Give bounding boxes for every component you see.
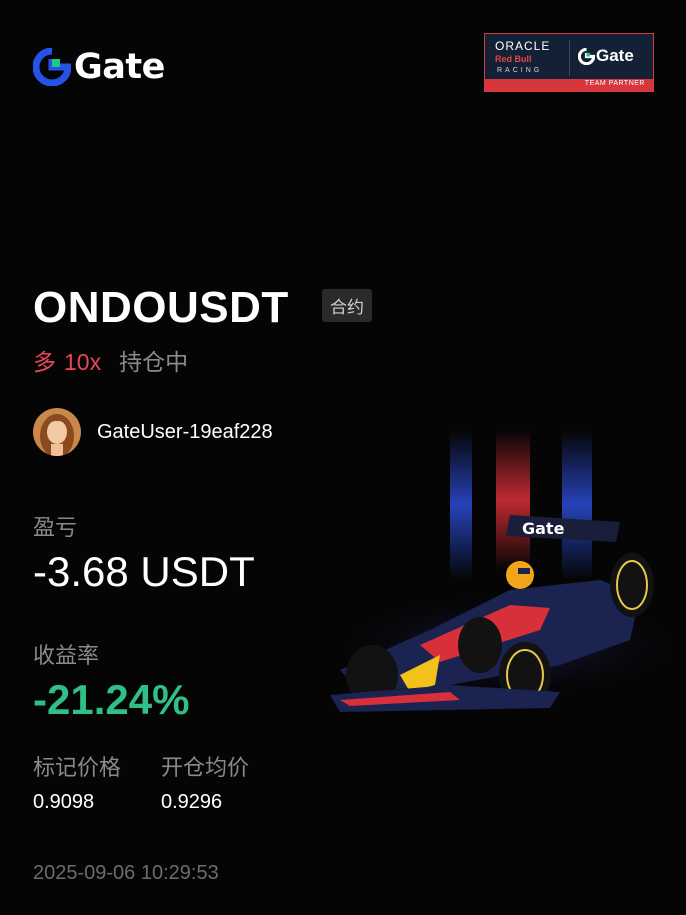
timestamp: 2025-09-06 10:29:53	[33, 862, 219, 884]
username: GateUser-19eaf228	[97, 420, 273, 443]
team-partner-label: TEAM PARTNER	[584, 80, 645, 87]
gate-logo: Gate	[33, 48, 165, 86]
mark-price-label: 标记价格	[33, 756, 122, 781]
badge-divider	[569, 40, 570, 76]
roi-value: -21.24%	[33, 676, 190, 723]
position-leverage: 10x	[64, 349, 102, 375]
position-side-row: 多 10x 持仓中	[33, 343, 188, 377]
entry-price-label: 开仓均价	[161, 756, 250, 781]
partner-gate-logo: Gate	[578, 46, 634, 66]
avatar	[33, 408, 81, 456]
roi-label: 收益率	[33, 644, 100, 669]
gate-logo-text: Gate	[74, 47, 165, 87]
position-status: 持仓中	[119, 350, 189, 376]
pnl-value: -3.68 USDT	[33, 548, 255, 595]
position-direction: 多	[33, 350, 56, 376]
pnl-label: 盈亏	[33, 516, 78, 541]
gate-logo-icon	[578, 47, 595, 65]
entry-price-value: 0.9296	[161, 791, 223, 813]
oracle-wordmark: ORACLE	[495, 39, 551, 53]
partner-gate-text: Gate	[596, 46, 634, 65]
racing-wordmark: RACING	[497, 67, 543, 74]
user-row: GateUser-19eaf228	[33, 408, 273, 456]
svg-text:Gate: Gate	[522, 519, 565, 538]
team-partner-strip: TEAM PARTNER	[485, 79, 653, 91]
f1-car-illustration: Gate	[330, 430, 686, 712]
position-symbol: ONDOUSDT	[33, 283, 289, 332]
red-bull-wordmark: Red Bull	[495, 54, 532, 64]
mark-price-value: 0.9098	[33, 791, 95, 813]
team-partner-badge: ORACLE Red Bull RACING Gate TEAM PARTNER	[484, 33, 654, 92]
gate-logo-icon	[33, 48, 71, 86]
contract-type-tag: 合约	[322, 289, 372, 322]
